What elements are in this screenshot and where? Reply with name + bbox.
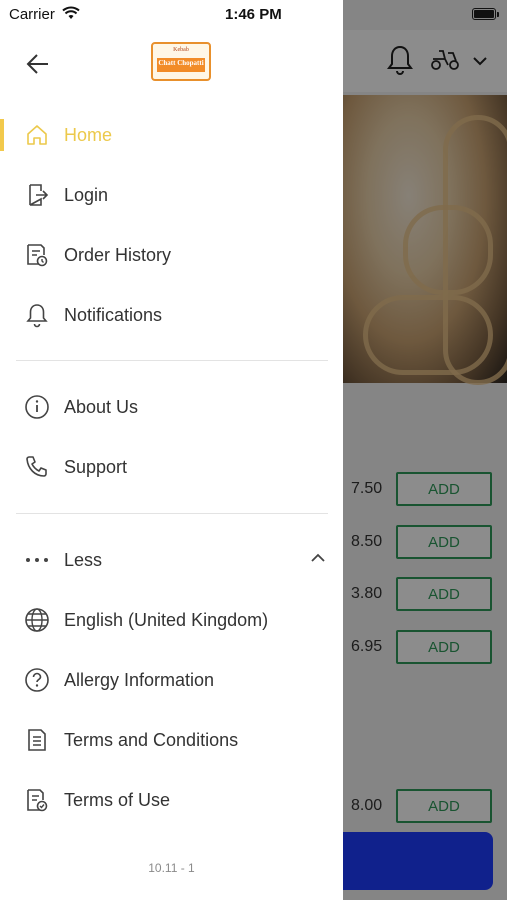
menu-item-login[interactable]: Login (0, 170, 343, 220)
menu-item-label: Order History (64, 244, 172, 265)
menu-item-label: About Us (64, 396, 139, 417)
menu-item-label: Support (64, 456, 128, 477)
bell-icon (24, 302, 50, 328)
order-history-icon (24, 242, 50, 268)
carrier-label: Carrier (9, 6, 55, 23)
menu-item-label: Notifications (64, 304, 163, 325)
menu-item-home[interactable]: Home (0, 110, 343, 160)
document-icon (24, 727, 50, 753)
menu-item-label: Home (64, 124, 113, 145)
globe-icon (24, 607, 50, 633)
menu-item-label: Allergy Information (64, 669, 215, 690)
menu-item-notifications[interactable]: Notifications (0, 290, 343, 340)
menu-item-language[interactable]: English (United Kingdom) (0, 595, 343, 645)
more-dots-icon (24, 547, 50, 573)
menu-item-label: Terms of Use (64, 789, 171, 810)
menu-item-label: Login (64, 184, 109, 205)
menu-item-label: English (United Kingdom) (64, 609, 269, 630)
phone-icon (24, 454, 50, 480)
menu-item-terms-of-use[interactable]: Terms of Use (0, 775, 343, 825)
back-arrow-icon[interactable] (24, 50, 52, 78)
battery-icon (472, 8, 499, 20)
login-icon (24, 182, 50, 208)
navigation-drawer: Kebab Chatt Chopatti Home Login Order Hi… (0, 0, 343, 900)
document-check-icon (24, 787, 50, 813)
clock: 1:46 PM (225, 6, 282, 23)
less-toggle-label: Less (64, 549, 103, 570)
app-version: 10.11 - 1 (148, 861, 195, 875)
divider (16, 360, 328, 361)
menu-item-allergy-information[interactable]: Allergy Information (0, 655, 343, 705)
info-icon (24, 394, 50, 420)
less-toggle[interactable]: Less (0, 535, 343, 585)
menu-item-support[interactable]: Support (0, 442, 343, 492)
divider (16, 513, 328, 514)
menu-item-order-history[interactable]: Order History (0, 230, 343, 280)
help-circle-icon (24, 667, 50, 693)
chevron-up-icon (310, 551, 326, 569)
menu-item-terms-and-conditions[interactable]: Terms and Conditions (0, 715, 343, 765)
home-icon (24, 122, 50, 148)
wifi-icon (62, 6, 80, 25)
restaurant-logo: Kebab Chatt Chopatti (151, 42, 211, 81)
menu-item-about-us[interactable]: About Us (0, 382, 343, 432)
menu-item-label: Terms and Conditions (64, 729, 239, 750)
status-bar: Carrier 1:46 PM (0, 0, 507, 30)
